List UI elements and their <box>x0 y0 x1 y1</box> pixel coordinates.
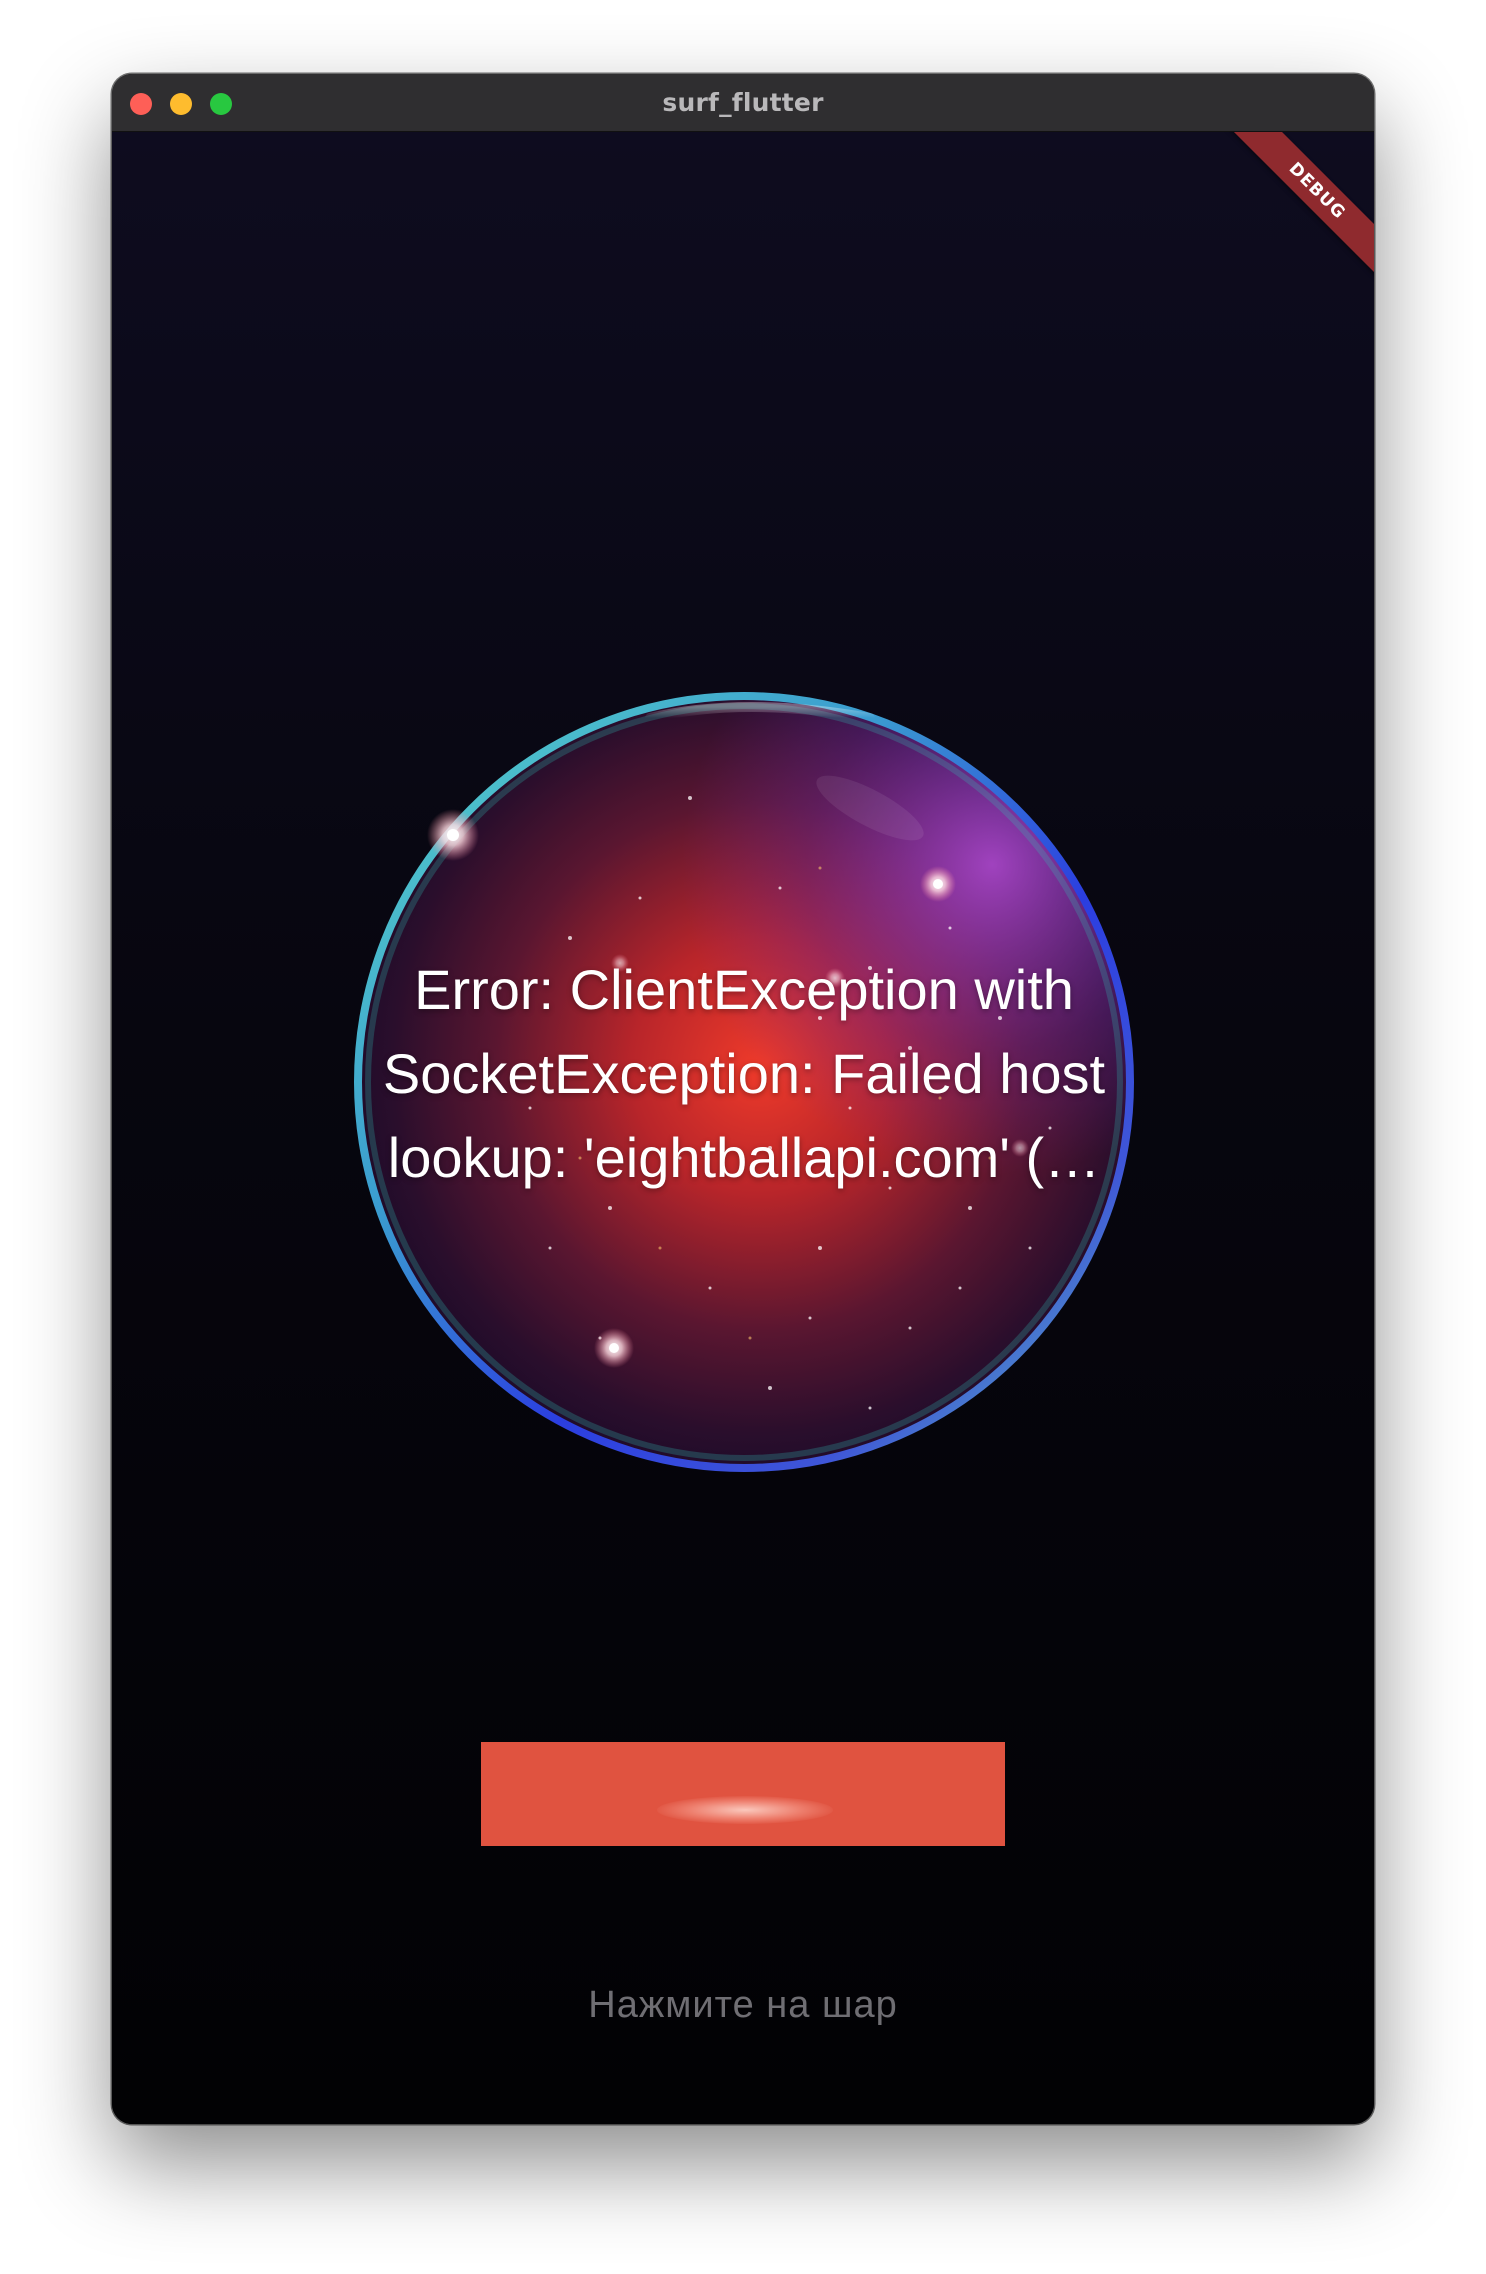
magic-ball[interactable]: Error: ClientException with SocketExcept… <box>350 688 1138 1476</box>
window-title: surf_flutter <box>662 88 824 117</box>
ball-message: Error: ClientException with SocketExcept… <box>382 958 1106 1189</box>
ball-action-button[interactable] <box>481 1742 1005 1846</box>
app-content: DEBUG Error: ClientException with Socket… <box>112 132 1374 2124</box>
app-window: surf_flutter DEBUG Error: ClientExceptio… <box>112 74 1374 2124</box>
button-glow <box>657 1796 833 1824</box>
debug-banner: DEBUG <box>1223 132 1374 285</box>
title-bar[interactable]: surf_flutter <box>112 74 1374 132</box>
tap-hint-text: Нажмите на шар <box>588 1984 898 2026</box>
